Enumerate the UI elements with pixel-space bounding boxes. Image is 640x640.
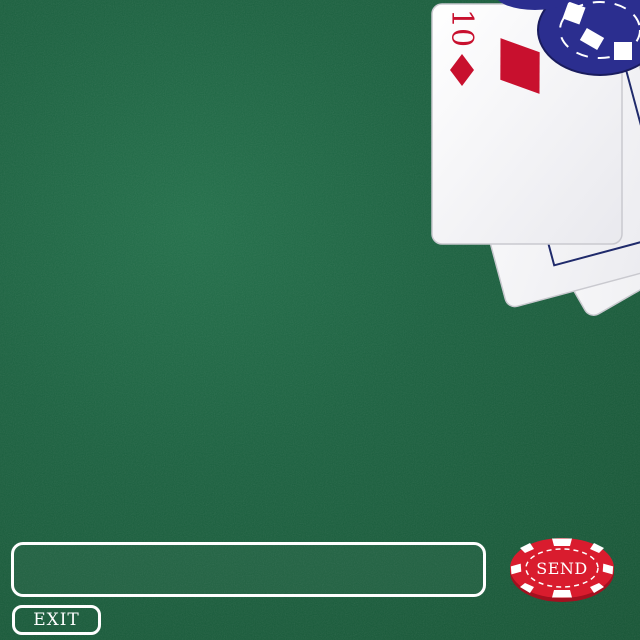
card-ten-rank: 10	[444, 9, 479, 47]
exit-button[interactable]: EXIT	[12, 605, 101, 635]
send-button[interactable]: SEND	[508, 536, 616, 604]
chat-message-input[interactable]	[11, 542, 486, 597]
chip-dice-icon	[614, 42, 632, 60]
send-label: SEND	[536, 558, 588, 578]
